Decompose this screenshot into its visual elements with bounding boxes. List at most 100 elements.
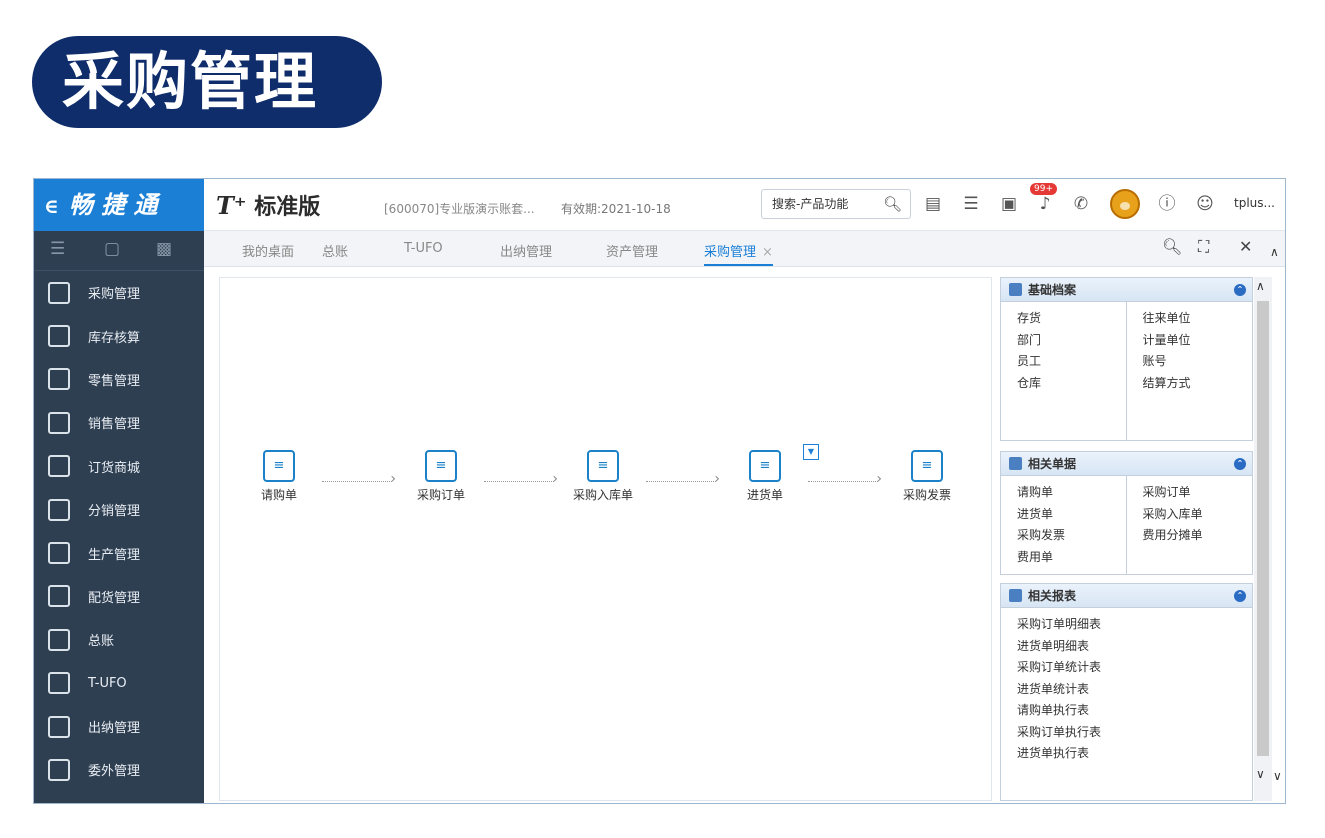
tab-1[interactable]: 总账 [322, 241, 348, 260]
sidebar-item[interactable]: T-UFO [34, 662, 204, 705]
panel-link[interactable]: 请购单执行表 [1017, 700, 1252, 722]
panel-link[interactable]: 进货单明细表 [1017, 636, 1252, 658]
close-all-icon[interactable]: ✕ [1239, 237, 1252, 256]
panel-link[interactable]: 进货单执行表 [1017, 743, 1252, 765]
phone-icon[interactable]: ✆ [1070, 193, 1092, 215]
panel-link[interactable]: 员工 [1017, 351, 1127, 373]
panel-link[interactable]: 结算方式 [1143, 373, 1253, 395]
panel-link[interactable]: 请购单 [1017, 482, 1127, 504]
calculator-icon[interactable]: ▤ [922, 193, 944, 215]
fullscreen-icon[interactable]: ⛶ [1198, 237, 1209, 257]
panel-link[interactable]: 进货单 [1017, 504, 1127, 526]
tab-label: 出纳管理 [500, 245, 553, 260]
panel-link[interactable]: 采购订单执行表 [1017, 722, 1252, 744]
flow-arrow [646, 471, 720, 487]
table-icon [1009, 457, 1022, 470]
sidebar-item[interactable]: 配货管理 [34, 575, 204, 618]
scroll-up-arrow-icon[interactable]: ∧ [1256, 279, 1265, 293]
scrollbar-thumb[interactable] [1257, 301, 1269, 756]
sidebar-item[interactable]: 库存核算 [34, 314, 204, 357]
tab-5[interactable]: 采购管理 × [704, 241, 773, 266]
sidebar-item[interactable]: 采购管理 [34, 271, 204, 314]
collapse-arrow-icon[interactable]: ∈ [44, 194, 59, 218]
collapse-icon[interactable]: ⌃ [1234, 458, 1246, 470]
collapse-icon[interactable]: ⌃ [1234, 590, 1246, 602]
scroll-up-icon[interactable]: ∧ [1270, 245, 1279, 259]
flow-node[interactable]: ≡ 采购入库单 [558, 450, 648, 503]
flow-node[interactable]: ≡ 采购发票 [882, 450, 972, 503]
sidebar-item[interactable]: 零售管理 [34, 358, 204, 401]
tab-search-icon[interactable]: 🔍︎ [1162, 237, 1182, 256]
panel-link[interactable]: 计量单位 [1143, 330, 1253, 352]
sidebar-item-label: 委外管理 [88, 764, 141, 780]
scroll-down-arrow-icon[interactable]: ∨ [1256, 767, 1265, 781]
panel-header: 基础档案 ⌃ [1001, 278, 1252, 302]
panel-link[interactable]: 仓库 [1017, 373, 1127, 395]
sidebar-item[interactable]: 总账 [34, 618, 204, 661]
flow-node[interactable]: ≡ 采购订单 [396, 450, 486, 503]
panel-link[interactable]: 采购订单明细表 [1017, 614, 1252, 636]
sidebar-item-label: 采购管理 [88, 287, 141, 303]
page-heading: 采购管理 [32, 36, 382, 128]
sidebar-item-label: 配货管理 [88, 590, 141, 606]
panel-link[interactable]: 费用分摊单 [1143, 525, 1253, 547]
panel-link[interactable]: 采购订单 [1143, 482, 1253, 504]
edit-icon[interactable]: ▩ [156, 239, 172, 259]
delivery-icon [48, 585, 70, 608]
collapse-icon[interactable]: ⌃ [1234, 284, 1246, 296]
dropdown-icon[interactable]: ▼ [803, 444, 819, 460]
panel-link[interactable]: 采购入库单 [1143, 504, 1253, 526]
sidebar-item[interactable]: 委外管理 [34, 748, 204, 791]
user-name[interactable]: tplus... [1234, 196, 1275, 210]
panel-link[interactable]: 费用单 [1017, 547, 1127, 569]
sidebar-item[interactable]: 分销管理 [34, 488, 204, 531]
flow-node[interactable]: ≡ 进货单 [720, 450, 810, 503]
panel-link[interactable]: 采购订单统计表 [1017, 657, 1252, 679]
flow-node-label: 进货单 [746, 488, 783, 502]
user-icon[interactable]: ☺ [1194, 193, 1216, 215]
tab-4[interactable]: 资产管理 [606, 241, 658, 260]
panel-link[interactable]: 进货单统计表 [1017, 679, 1252, 701]
tab-label: T-UFO [404, 241, 443, 256]
assistant-avatar-icon[interactable] [1110, 189, 1140, 219]
sidebar-item[interactable]: 出纳管理 [34, 705, 204, 748]
mall-icon [48, 455, 70, 478]
sidebar-item[interactable]: 销售管理 [34, 401, 204, 444]
vertical-scrollbar[interactable]: ∧ ∨ [1254, 277, 1272, 801]
tab-3[interactable]: 出纳管理 [500, 241, 552, 260]
sidebar-item-label: 总账 [88, 634, 115, 650]
message-icon[interactable]: ▣ [998, 193, 1020, 215]
brand-logo[interactable]: ∈ 畅 捷 通 [34, 179, 204, 231]
panel-link[interactable]: 采购发票 [1017, 525, 1127, 547]
receipt-icon: ≡ [749, 450, 781, 482]
panel-link[interactable]: 部门 [1017, 330, 1127, 352]
flow-arrow [808, 471, 882, 487]
bell-icon[interactable]: ♪ [1034, 193, 1056, 215]
scroll-down-icon[interactable]: ∨ [1273, 769, 1282, 783]
flow-node-label: 请购单 [260, 488, 297, 502]
retail-icon [48, 368, 70, 391]
task-list-icon[interactable]: ☰ [960, 193, 982, 215]
search-icon[interactable]: 🔍︎ [883, 190, 902, 218]
tab-2[interactable]: T-UFO [404, 241, 443, 256]
panel-link[interactable]: 往来单位 [1143, 308, 1253, 330]
panel-link[interactable]: 账号 [1143, 351, 1253, 373]
panel-related-docs: 相关单据 ⌃ 请购单 进货单 采购发票 费用单 采购订单 采购入库单 费用分摊单 [1000, 451, 1253, 575]
sidebar-item-label: 零售管理 [88, 373, 141, 389]
panel-related-reports: 相关报表 ⌃ 采购订单明细表 进货单明细表 采购订单统计表 进货单统计表 请购单执行表 采购… [1000, 583, 1253, 801]
search-menu-icon[interactable]: ▢ [104, 239, 120, 259]
help-icon[interactable]: ⓘ [1156, 193, 1178, 215]
cart-icon [48, 281, 70, 304]
cashier-icon [48, 715, 70, 738]
sidebar-item[interactable]: 生产管理 [34, 531, 204, 574]
sidebar-tools: ☰ ▢ ▩ [34, 231, 204, 271]
flow-node[interactable]: ≡ 请购单 [234, 450, 324, 503]
menu-icon[interactable]: ☰ [50, 239, 65, 259]
search-input[interactable]: 搜索-产品功能 🔍︎ [761, 189, 911, 219]
panel-link[interactable]: 存货 [1017, 308, 1127, 330]
sidebar-item[interactable]: 订货商城 [34, 445, 204, 488]
validity-date: 有效期:2021-10-18 [561, 202, 671, 216]
tab-0[interactable]: 我的桌面 [242, 241, 294, 260]
account-name[interactable]: [600070]专业版演示账套... [384, 200, 535, 217]
tab-close-icon[interactable]: × [762, 245, 773, 260]
